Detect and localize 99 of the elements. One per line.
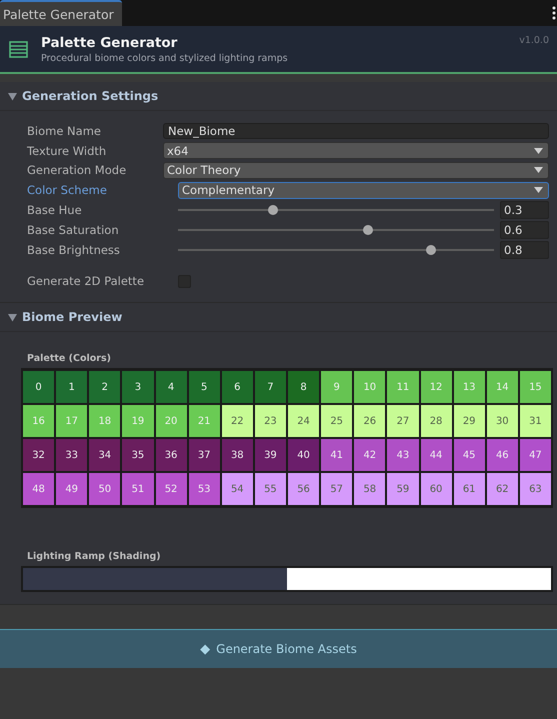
field-label: Base Brightness	[27, 242, 121, 257]
color-swatch: 57	[321, 473, 352, 506]
color-swatch: 46	[486, 439, 518, 472]
field-label: Generation Mode	[27, 163, 128, 178]
color-swatch: 34	[89, 439, 120, 472]
diamond-icon: ◆	[200, 642, 210, 657]
color-swatch: 19	[122, 405, 154, 438]
number-field[interactable]: 0.6	[500, 220, 549, 239]
color-swatch: 5	[188, 371, 220, 404]
color-swatch: 18	[89, 405, 120, 438]
color-swatch: 44	[420, 439, 452, 472]
app-subtitle: Procedural biome colors and stylized lighting ramps	[41, 52, 289, 64]
color-swatch: 11	[387, 371, 418, 404]
slider-thumb[interactable]	[362, 224, 373, 235]
color-swatch: 4	[156, 371, 187, 404]
color-swatch: 8	[288, 371, 320, 404]
color-swatch: 7	[254, 371, 286, 404]
dropdown[interactable]: x64	[163, 142, 549, 160]
color-swatch: 2	[89, 371, 120, 404]
generate-button[interactable]: ◆ Generate Biome Assets	[0, 629, 557, 668]
triangle-icon	[8, 92, 17, 100]
number-field[interactable]: 0.3	[500, 201, 549, 220]
color-swatch: 27	[387, 405, 418, 438]
color-swatch: 6	[222, 371, 253, 404]
section-header[interactable]: Biome Preview	[0, 303, 557, 332]
color-swatch: 59	[387, 473, 418, 506]
color-swatch: 56	[288, 473, 320, 506]
color-swatch: 14	[486, 371, 518, 404]
dropdown[interactable]: Color Theory	[163, 162, 549, 179]
triangle-icon	[8, 312, 17, 322]
color-swatch: 38	[222, 439, 253, 472]
number-field[interactable]: 0.8	[500, 240, 549, 259]
color-swatch: 52	[156, 473, 187, 506]
color-swatch: 53	[188, 473, 220, 506]
color-swatch: 32	[23, 439, 54, 472]
color-swatch: 21	[188, 405, 220, 438]
color-swatch: 13	[454, 371, 485, 404]
slider-thumb[interactable]	[268, 205, 278, 216]
field-label: Biome Name	[27, 124, 102, 138]
table-icon	[9, 40, 28, 58]
color-swatch: 16	[23, 405, 54, 438]
color-swatch: 35	[122, 439, 154, 472]
caret-icon	[534, 148, 543, 154]
field-label: Base Saturation	[27, 222, 120, 237]
color-swatch: 61	[454, 473, 485, 506]
color-swatch: 54	[222, 473, 253, 506]
color-swatch: 51	[122, 473, 154, 506]
color-swatch: 20	[156, 405, 187, 438]
color-swatch: 26	[354, 405, 386, 438]
slider-thumb[interactable]	[426, 244, 436, 255]
field-label: Texture Width	[27, 144, 108, 158]
color-swatch: 28	[420, 405, 452, 438]
color-swatch: 9	[321, 371, 352, 404]
dropdown[interactable]: Complementary	[178, 182, 549, 199]
color-swatch: 55	[254, 473, 286, 506]
color-swatch: 12	[420, 371, 452, 404]
color-swatch: 37	[188, 439, 220, 472]
ramp-label: Lighting Ramp (Shading)	[26, 551, 162, 562]
color-swatch: 22	[222, 405, 253, 438]
color-swatch: 29	[454, 405, 485, 438]
more-icon[interactable]	[552, 6, 556, 20]
color-swatch: 31	[520, 405, 551, 438]
color-swatch: 24	[288, 405, 320, 438]
color-swatch: 30	[486, 405, 518, 438]
app-title: Palette Generator	[41, 34, 178, 50]
color-swatch: 1	[56, 371, 88, 404]
color-swatch: 45	[454, 439, 485, 472]
window-tab[interactable]: Palette Generator	[0, 0, 122, 26]
color-swatch: 50	[89, 473, 120, 506]
color-swatch: 39	[254, 439, 286, 472]
color-swatch: 58	[354, 473, 386, 506]
palette-label: Palette (Colors)	[26, 353, 112, 364]
caret-icon	[534, 167, 543, 174]
color-swatch: 49	[56, 473, 88, 506]
color-swatch: 23	[254, 405, 286, 438]
section-header[interactable]: Generation Settings	[0, 82, 557, 111]
color-swatch: 10	[354, 371, 386, 404]
color-swatch: 47	[520, 439, 551, 472]
color-swatch: 25	[321, 405, 352, 438]
caret-icon	[534, 187, 543, 194]
field-label: Base Hue	[27, 203, 83, 218]
color-swatch: 33	[56, 439, 88, 472]
color-swatch: 62	[486, 473, 518, 506]
field-label: Generate 2D Palette	[27, 274, 146, 288]
color-swatch: 40	[288, 439, 320, 472]
color-swatch: 0	[23, 371, 54, 404]
color-swatch: 17	[56, 405, 88, 438]
version-label: v1.0.0	[519, 35, 549, 46]
color-swatch: 60	[420, 473, 452, 506]
color-swatch: 15	[520, 371, 551, 404]
color-swatch: 43	[387, 439, 418, 472]
color-swatch: 36	[156, 439, 187, 472]
color-swatch: 42	[354, 439, 386, 472]
color-swatch: 41	[321, 439, 352, 472]
color-swatch: 48	[23, 473, 54, 506]
color-swatch: 3	[122, 371, 154, 404]
color-swatch: 63	[520, 473, 551, 506]
field-label: Color Scheme	[27, 183, 108, 198]
text-field[interactable]: New_Biome	[163, 122, 549, 139]
